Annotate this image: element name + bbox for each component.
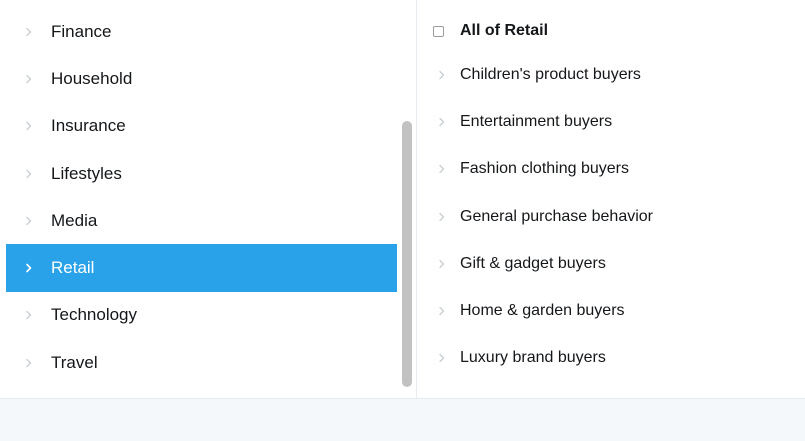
subcategory-label: Luxury brand buyers xyxy=(460,349,606,367)
select-all-label: All of Retail xyxy=(460,22,549,39)
chevron-right-icon xyxy=(24,27,34,37)
footer-bar xyxy=(0,398,805,441)
chevron-right-icon xyxy=(437,353,447,363)
category-label: Retail xyxy=(51,258,95,278)
subcategory-item-entertainment-buyers[interactable]: Entertainment buyers xyxy=(433,98,653,145)
category-label: Lifestyles xyxy=(51,163,122,183)
chevron-right-icon xyxy=(437,117,447,127)
chevron-right-icon xyxy=(24,263,34,273)
chevron-right-icon xyxy=(24,169,34,179)
subcategory-item-fashion-clothing-buyers[interactable]: Fashion clothing buyers xyxy=(433,146,653,193)
subcategory-label: General purchase behavior xyxy=(460,207,654,225)
subcategory-label: Entertainment buyers xyxy=(460,112,613,130)
chevron-right-icon xyxy=(24,74,34,84)
chevron-right-icon xyxy=(24,358,34,368)
chevron-right-icon xyxy=(24,121,34,131)
chevron-right-icon xyxy=(437,212,447,222)
subcategory-list: Children's product buyers Entertainment … xyxy=(433,51,653,382)
chevron-right-icon xyxy=(437,70,447,80)
subcategory-label: Children's product buyers xyxy=(460,65,641,83)
category-label: Technology xyxy=(51,305,138,325)
subcategory-item-home-garden-buyers[interactable]: Home & garden buyers xyxy=(433,287,653,334)
chevron-right-icon xyxy=(437,259,447,269)
category-item-insurance[interactable]: Insurance xyxy=(6,103,397,150)
select-all-checkbox[interactable] xyxy=(433,25,444,37)
category-label: Finance xyxy=(51,21,112,41)
category-label: Insurance xyxy=(51,116,126,136)
subcategory-label: Gift & gadget buyers xyxy=(460,254,606,272)
subcategory-item-luxury-brand-buyers[interactable]: Luxury brand buyers xyxy=(433,335,653,382)
chevron-right-icon xyxy=(437,306,447,316)
category-item-lifestyles[interactable]: Lifestyles xyxy=(6,150,397,197)
subcategory-pane: All of Retail Children's product buyers … xyxy=(417,0,805,398)
subcategory-label: Fashion clothing buyers xyxy=(460,160,629,178)
category-item-household[interactable]: Household xyxy=(6,55,397,102)
category-list: Finance Household Insurance Lifestyles M… xyxy=(6,8,397,386)
category-scrollbar[interactable] xyxy=(400,0,414,398)
category-label: Household xyxy=(51,68,133,88)
scrollbar-thumb[interactable] xyxy=(401,121,412,387)
subcategory-item-gift-gadget-buyers[interactable]: Gift & gadget buyers xyxy=(433,240,653,287)
category-item-travel[interactable]: Travel xyxy=(6,339,397,386)
chevron-right-icon xyxy=(24,216,34,226)
category-item-media[interactable]: Media xyxy=(6,197,397,244)
chevron-right-icon xyxy=(24,310,34,320)
category-label: Media xyxy=(51,210,98,230)
category-item-finance[interactable]: Finance xyxy=(6,8,397,55)
category-item-technology[interactable]: Technology xyxy=(6,292,397,339)
select-all-row[interactable]: All of Retail xyxy=(433,17,548,45)
subcategory-label: Home & garden buyers xyxy=(460,302,625,320)
chevron-right-icon xyxy=(437,164,447,174)
category-pane: Finance Household Insurance Lifestyles M… xyxy=(0,0,400,398)
category-label: Travel xyxy=(51,352,98,372)
category-item-retail[interactable]: Retail xyxy=(6,244,397,292)
subcategory-item-childrens-product-buyers[interactable]: Children's product buyers xyxy=(433,51,653,98)
subcategory-item-general-purchase-behavior[interactable]: General purchase behavior xyxy=(433,193,653,240)
